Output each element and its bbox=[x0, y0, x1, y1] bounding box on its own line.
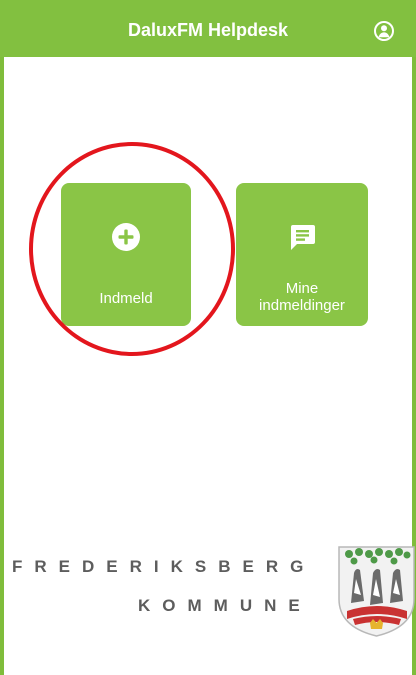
app-title: DaluxFM Helpdesk bbox=[127, 20, 289, 40]
chat-message-icon bbox=[291, 225, 315, 250]
my-reports-label-line2: indmeldinger bbox=[259, 297, 345, 314]
account-button[interactable] bbox=[374, 21, 394, 41]
app-header: DaluxFM Helpdesk bbox=[0, 0, 416, 57]
frame-border-left bbox=[0, 0, 4, 675]
report-issue-tile[interactable]: Indmeld bbox=[61, 183, 191, 326]
plus-circle-icon bbox=[112, 223, 140, 251]
my-reports-tile[interactable]: Mine indmeldinger bbox=[236, 183, 368, 326]
report-issue-label: Indmeld bbox=[99, 290, 153, 307]
user-account-icon bbox=[374, 21, 394, 41]
brand-name-line1: FREDERIKSBERG bbox=[12, 557, 316, 576]
my-reports-label-line1: Mine bbox=[285, 280, 319, 297]
my-reports-label: Mine indmeldinger bbox=[236, 280, 368, 314]
brand-name-line2: KOMMUNE bbox=[138, 596, 312, 615]
coat-of-arms-icon bbox=[338, 546, 415, 637]
helpdesk-screen: DaluxFM Helpdesk Indmeld Mine indmelding… bbox=[0, 0, 416, 675]
